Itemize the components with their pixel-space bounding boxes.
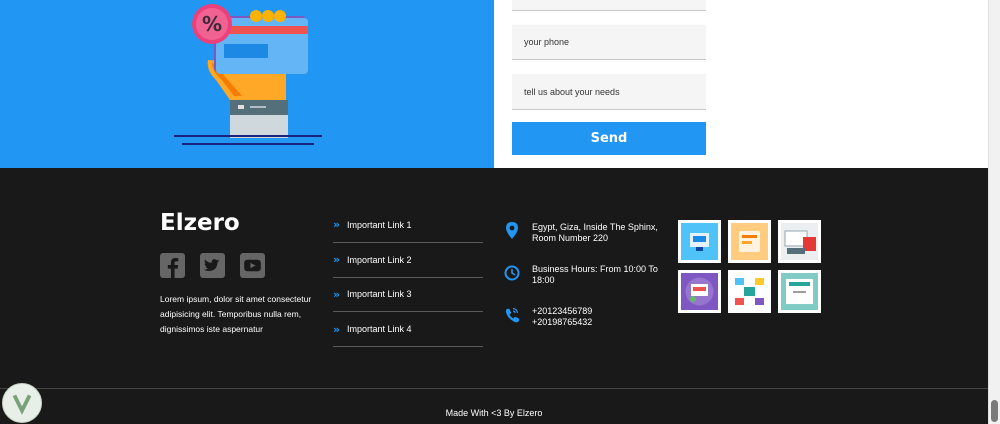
gallery-image-graphic [781, 223, 818, 260]
gallery-image[interactable] [678, 270, 721, 313]
footer-links: » Important Link 1 » Important Link 2 » … [333, 208, 483, 348]
social-icons [160, 253, 265, 278]
hours-line-1: Business Hours: From 10:00 To [532, 264, 658, 274]
footer-link-2[interactable]: » Important Link 2 [333, 243, 483, 278]
phone-field[interactable]: your phone [512, 25, 706, 60]
payment-card-hand-illustration: % [174, 4, 322, 145]
footer: Elzero Lorem ipsum, dolor sit amet conse… [0, 168, 988, 388]
gallery-image[interactable] [778, 270, 821, 313]
twitter-icon[interactable] [200, 253, 225, 278]
facebook-icon[interactable] [160, 253, 185, 278]
footer-link-4[interactable]: » Important Link 4 [333, 312, 483, 348]
phone-row: +20123456789 +20198765432 [504, 306, 592, 328]
gallery-image[interactable] [728, 220, 771, 263]
chevron-right-icon: » [333, 253, 341, 267]
gallery-image-graphic [731, 223, 768, 260]
address-line-1: Egypt, Giza, Inside The Sphinx, [532, 222, 658, 232]
gallery-image[interactable] [728, 270, 771, 313]
hours-row: Business Hours: From 10:00 To 18:00 [504, 264, 658, 286]
phone-number-2: +20198765432 [532, 317, 593, 327]
phone-number-1: +20123456789 [532, 306, 593, 316]
footer-about-text: Lorem ipsum, dolor sit amet consectetur … [160, 294, 312, 334]
chevron-right-icon: » [333, 287, 341, 301]
chevron-right-icon: » [333, 218, 341, 232]
page: % your phone tell us about your needs Se… [0, 0, 1000, 424]
footer-link-1[interactable]: » Important Link 1 [333, 208, 483, 243]
location-icon [506, 222, 518, 239]
contact-illustration-panel: % [0, 0, 494, 168]
youtube-icon[interactable] [240, 253, 265, 278]
gallery-image-graphic [681, 223, 718, 260]
footer-bottom-bar: Made With <3 By Elzero [0, 388, 988, 424]
footer-link-3[interactable]: » Important Link 3 [333, 278, 483, 313]
vertical-scrollbar[interactable] [988, 0, 1000, 424]
hours-line-2: 18:00 [532, 275, 555, 285]
gallery-image-graphic [781, 273, 818, 310]
scrollbar-thumb[interactable] [991, 400, 998, 422]
gallery-image-graphic [731, 273, 768, 310]
overlay-badge-icon[interactable] [2, 383, 42, 423]
send-button[interactable]: Send [512, 122, 706, 155]
copyright-text: Made With <3 By Elzero [445, 408, 543, 418]
svg-text:%: % [202, 12, 222, 36]
clock-icon [504, 265, 520, 281]
name-field[interactable] [512, 0, 706, 11]
gallery-image[interactable] [678, 220, 721, 263]
contact-section: % your phone tell us about your needs Se… [0, 0, 988, 168]
phone-icon [505, 307, 520, 323]
phone-placeholder: your phone [524, 37, 570, 47]
footer-link-label: Important Link 4 [347, 324, 412, 335]
address-line-2: Room Number 220 [532, 233, 609, 243]
footer-brand: Elzero [160, 210, 240, 236]
chevron-right-icon: » [333, 322, 341, 336]
needs-placeholder: tell us about your needs [524, 86, 620, 97]
gallery-image[interactable] [778, 220, 821, 263]
address-row: Egypt, Giza, Inside The Sphinx, Room Num… [504, 222, 658, 244]
needs-field[interactable]: tell us about your needs [512, 74, 706, 110]
overlay-badge-graphic [12, 394, 32, 415]
gallery-image-graphic [681, 273, 718, 310]
footer-link-label: Important Link 1 [347, 219, 412, 230]
footer-link-label: Important Link 2 [347, 254, 412, 265]
footer-link-label: Important Link 3 [347, 289, 412, 300]
